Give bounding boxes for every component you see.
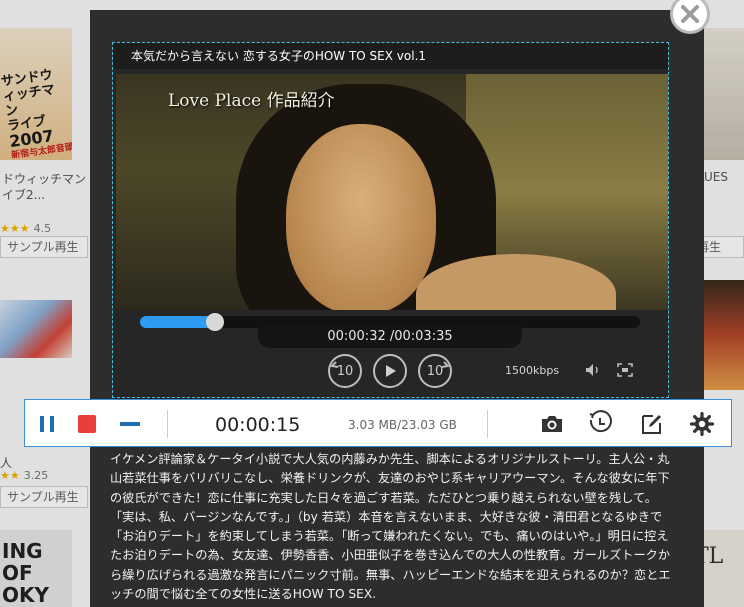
volume-button[interactable]	[584, 362, 602, 378]
schedule-clock-icon	[589, 410, 612, 433]
stop-icon	[78, 415, 96, 433]
bitrate-label: 1500kbps	[505, 364, 560, 377]
forward-10-button[interactable]: 10	[418, 354, 452, 388]
edit-icon	[642, 415, 661, 434]
play-icon	[386, 365, 396, 377]
recording-elapsed-time: 00:00:15	[215, 414, 301, 436]
pause-icon	[40, 416, 54, 432]
rewind-10-icon: 10	[330, 356, 360, 386]
forward-10-icon: 10	[420, 356, 450, 386]
toolbar-divider	[487, 410, 488, 438]
screen-recorder-toolbar: 00:00:15 3.03 MB/23.03 GB	[24, 399, 732, 447]
recording-file-size: 3.03 MB/23.03 GB	[348, 418, 457, 432]
fullscreen-icon	[617, 363, 633, 377]
camera-icon	[542, 416, 562, 432]
rewind-10-button[interactable]: 10	[328, 354, 362, 388]
minimize-icon	[120, 422, 140, 426]
stop-button[interactable]	[73, 410, 101, 438]
progress-fill	[140, 316, 215, 328]
fullscreen-button[interactable]	[616, 362, 634, 378]
settings-gear-icon	[690, 412, 714, 436]
playback-time: 00:00:32 /00:03:35	[258, 326, 522, 348]
settings-button[interactable]	[687, 409, 717, 439]
volume-icon	[586, 364, 598, 376]
pause-button[interactable]	[33, 410, 61, 438]
video-description: イケメン評論家＆ケータイ小説で大人気の内藤みか先生、脚本によるオリジナルストーリ…	[110, 452, 671, 602]
screenshot-button[interactable]	[537, 410, 567, 438]
play-button[interactable]	[373, 354, 407, 388]
edit-button[interactable]	[637, 409, 667, 439]
close-icon	[681, 5, 699, 23]
toolbar-divider	[167, 410, 168, 438]
progress-handle[interactable]	[205, 313, 224, 331]
schedule-button[interactable]	[585, 408, 615, 438]
minimize-button[interactable]	[115, 410, 145, 438]
